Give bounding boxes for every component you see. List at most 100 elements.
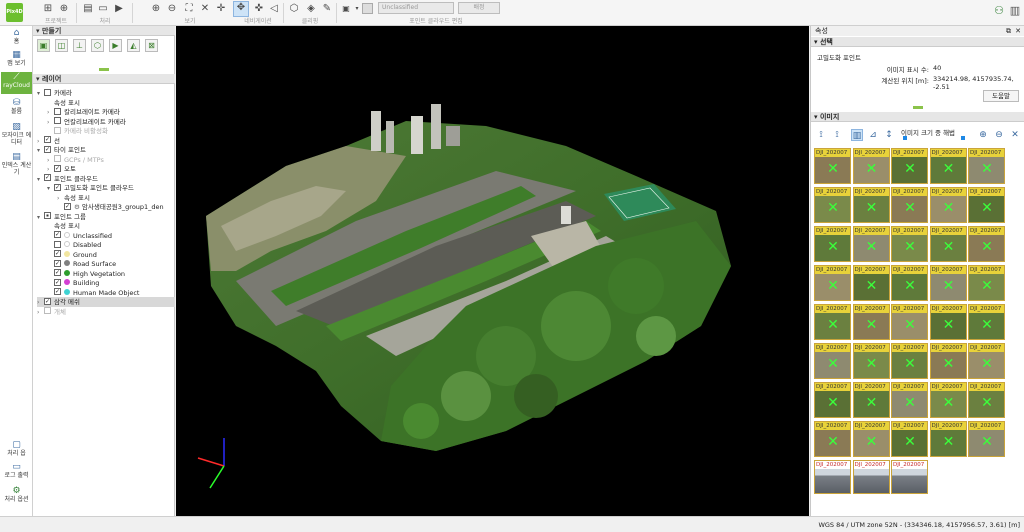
image-thumbnail[interactable]: DJI_202007 [852,460,890,494]
layout-icon[interactable]: ▥ [1008,4,1022,18]
globe-icon[interactable]: ⊕ [58,3,70,15]
image-thumbnail[interactable]: DJI_202007 ✕ [929,265,967,301]
grid-tool-icon[interactable]: ⊠ [145,39,158,52]
image-thumbnail[interactable]: DJI_202007 ✕ [814,187,851,223]
image-thumbnail[interactable]: DJI_202007 ✕ [929,148,967,184]
clip-layer-icon[interactable]: ◈ [305,3,317,15]
image-thumbnail[interactable]: DJI_202007 ✕ [968,304,1005,340]
panel-splitter[interactable] [913,106,923,109]
layer-checkbox[interactable]: ✓ [54,164,61,172]
rail-processing-options[interactable]: ⚙ 처리 옵션 [1,486,32,503]
layer-checkbox[interactable]: ✓ [54,231,61,238]
image-thumbnail[interactable]: DJI_202007 ✕ [929,343,967,379]
image-thumbnail[interactable]: DJI_202007 ✕ [814,265,851,301]
image-thumbnail[interactable]: DJI_202007 ✕ [891,343,928,379]
size-slider-max[interactable] [961,136,965,140]
layer-checkbox[interactable]: ✓ [54,250,61,257]
image-thumbnail[interactable]: DJI_202007 ✕ [814,382,851,418]
fly-icon[interactable]: ◁ [268,3,280,15]
layer-row[interactable]: › 개체 [37,307,66,317]
layer-row[interactable]: ▾ 카메라 [37,88,72,98]
layer-row[interactable]: 카메라 비활성화 [47,126,108,136]
image-thumbnail[interactable]: DJI_202007 ✕ [968,382,1005,418]
clip-box-icon[interactable]: ⬡ [288,3,300,15]
layer-row[interactable]: › 속성 표시 [57,193,90,203]
float-icon[interactable]: ⧉ [1006,26,1011,36]
image-thumbnail[interactable]: DJI_202007 ✕ [814,148,851,184]
rail-index-calculator[interactable]: ▤ 인덱스 계산기 [1,152,32,176]
layer-checkbox[interactable] [44,212,51,219]
navigate-icon[interactable]: ✥ [233,1,249,17]
layer-checkbox[interactable]: ✓ [64,202,71,210]
brush-icon[interactable]: ✎ [321,3,333,15]
zoom-out-icon[interactable]: ⊖ [166,3,178,15]
image-thumbnail[interactable]: DJI_202007 ✕ [852,304,890,340]
crosshair-icon[interactable]: ✕ [1009,129,1021,141]
image-thumbnail[interactable]: DJI_202007 ✕ [852,265,890,301]
image-thumbnail[interactable]: DJI_202007 ✕ [891,265,928,301]
play-process-icon[interactable]: ▶ [113,3,125,15]
layer-checkbox[interactable] [54,240,61,248]
image-thumbnail[interactable]: DJI_202007 ✕ [891,148,928,184]
image-thumbnail[interactable]: DJI_202007 ✕ [929,226,967,262]
polyline-tool-icon[interactable]: ▣ [37,39,50,52]
layer-checkbox[interactable]: ✓ [44,145,51,153]
zoom-in-icon[interactable]: ⊕ [977,129,989,141]
image-thumbnail[interactable]: DJI_202007 ✕ [814,421,851,457]
layer-row[interactable]: 속성 표시 [47,221,80,231]
layers-section-header[interactable]: ▾ 레이어 [33,74,175,84]
image-thumbnail[interactable]: DJI_202007 ✕ [852,343,890,379]
layer-checkbox[interactable] [54,126,61,134]
video-tool-icon[interactable]: ▶ [109,39,122,52]
layer-row[interactable]: › ✓ 삼각 메쉬 [37,297,175,307]
image-thumbnail[interactable]: DJI_202007 ✕ [929,421,967,457]
sort-icon[interactable]: ▥ [851,129,863,141]
layer-settings-icon[interactable]: ⚙ [74,203,82,211]
layer-row[interactable]: › 언칼리브레이트 카메라 [47,117,126,127]
layer-row[interactable]: ▾ ✓ 고밀도화 포인트 클라우드 [47,183,134,193]
fit-view-icon[interactable]: ⛶ [183,3,195,15]
layer-row[interactable]: › 칼리브레이트 카메라 [47,107,120,117]
rail-map-view[interactable]: ▦ 맵 보기 [1,50,32,67]
rail-log[interactable]: ▭ 로그 출력 [1,462,32,479]
image-thumbnail[interactable]: DJI_202007 ✕ [891,304,928,340]
image-thumbnail[interactable]: DJI_202007 [814,460,851,494]
layer-checkbox[interactable]: ✓ [54,288,61,295]
pan-icon[interactable]: ✛ [215,3,227,15]
image-thumbnail[interactable]: DJI_202007 ✕ [814,226,851,262]
layer-row[interactable]: › GCPs / MTPs [47,155,104,165]
class-select[interactable]: Unclassified [378,2,454,14]
layer-checkbox[interactable]: ✓ [44,174,51,181]
rail-home[interactable]: ⌂ 홈 [1,28,32,45]
layer-row[interactable]: ▾ ✓ 타이 포인트 [37,145,86,155]
size-slider-min[interactable] [903,136,907,140]
image-thumbnail[interactable]: DJI_202007 ✕ [968,226,1005,262]
create-section-header[interactable]: ▾ 만들기 [33,26,175,36]
layer-checkbox[interactable] [54,117,61,124]
image-thumbnail[interactable]: DJI_202007 ✕ [852,421,890,457]
layer-row[interactable]: ✓ Road Surface [47,259,116,269]
layer-checkbox[interactable]: ✓ [54,278,61,286]
layer-checkbox[interactable] [54,155,61,162]
layer-checkbox[interactable]: ✓ [54,259,61,267]
image-thumbnail[interactable]: DJI_202007 ✕ [929,187,967,223]
panel-splitter[interactable] [99,68,109,71]
chevron-down-icon[interactable]: ▾ [47,184,54,194]
image-thumbnail[interactable]: DJI_202007 ✕ [852,226,890,262]
close-icon[interactable]: ✕ [1015,26,1021,36]
raycloud-3d-view[interactable] [176,26,809,516]
folder-icon[interactable]: ▭ [97,3,109,15]
orbit-icon[interactable]: ✜ [253,3,265,15]
sort-desc-icon[interactable]: ↕ [883,129,895,141]
help-button[interactable]: 도움말 [983,90,1019,102]
image-thumbnail[interactable]: DJI_202007 ✕ [891,421,928,457]
layer-row[interactable]: 속성 표시 [47,98,80,108]
layer-checkbox[interactable]: ✓ [54,183,61,191]
layer-row[interactable]: ✓ Unclassified [47,231,112,241]
image-thumbnail[interactable]: DJI_202007 ✕ [968,265,1005,301]
image-thumbnail[interactable]: DJI_202007 ✕ [852,382,890,418]
layer-row[interactable]: ✓ Ground [47,250,97,260]
open-file-icon[interactable]: ▤ [82,3,94,15]
image-thumbnail[interactable]: DJI_202007 ✕ [852,187,890,223]
layer-row[interactable]: ▾ ✓ 포인트 클라우드 [37,174,98,184]
